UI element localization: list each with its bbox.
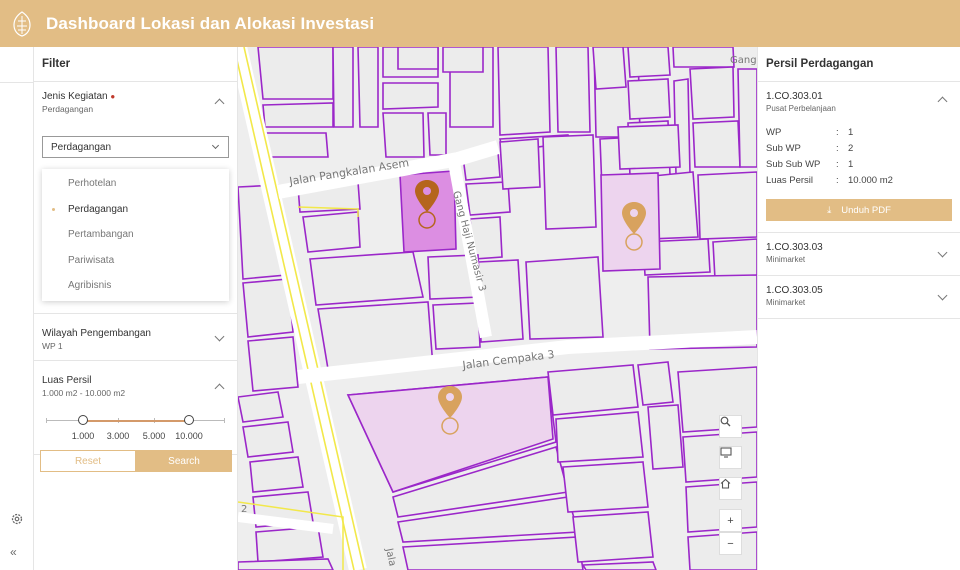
luas-value: 1.000 m2 - 10.000 m2 (42, 387, 126, 398)
gear-icon[interactable] (10, 512, 24, 526)
tick-label: 1.000 (71, 430, 95, 441)
zoom-out-icon: − (727, 537, 734, 550)
map-view[interactable]: Jalan Pangkalan Asem Gang Haji Numasir 3… (238, 47, 757, 570)
map-home-button[interactable] (719, 477, 742, 500)
option-pertambangan[interactable]: Pertambangan (42, 222, 229, 248)
reset-button[interactable]: Reset (40, 450, 136, 472)
persil-panel: Persil Perdagangan 1.CO.303.01 Pusat Per… (757, 47, 960, 570)
tick-label: 10.000 (175, 430, 203, 441)
app-title: Dashboard Lokasi dan Alokasi Investasi (46, 13, 375, 33)
map-screen-button[interactable] (719, 446, 742, 469)
zoom-out-button[interactable]: − (719, 532, 742, 555)
street-label: 2 (241, 504, 247, 515)
slider-max-handle[interactable] (184, 414, 194, 425)
chevron-down-icon (211, 141, 220, 150)
luas-label: Luas Persil (42, 374, 92, 386)
persil-panel-title: Persil Perdagangan (758, 47, 960, 82)
option-agribisnis[interactable]: Agribisnis (42, 273, 229, 299)
search-icon (720, 416, 731, 427)
jenis-kegiatan-header[interactable]: Jenis Kegiatan ● Perdagangan (34, 82, 237, 114)
monitor-icon (720, 447, 732, 458)
download-icon: ⤓ (827, 204, 832, 216)
left-rail: « (0, 47, 34, 570)
persil-type: Minimarket (766, 298, 806, 307)
zoom-in-button[interactable]: + (719, 509, 742, 532)
option-perdagangan[interactable]: Perdagangan (42, 197, 229, 223)
search-button[interactable]: Search (136, 450, 232, 472)
luas-header[interactable]: Luas Persil 1.000 m2 - 10.000 m2 (34, 361, 237, 398)
zoom-in-icon: + (727, 514, 734, 527)
collapse-icon[interactable]: « (10, 545, 17, 559)
option-perhotelan[interactable]: Perhotelan (42, 171, 229, 197)
wilayah-label: Wilayah Pengembangan (42, 327, 151, 339)
download-pdf-button[interactable]: ⤓ Unduh PDF (766, 199, 952, 221)
home-icon (720, 478, 731, 489)
tick-label: 3.000 (106, 430, 130, 441)
persil-code: 1.CO.303.05 (766, 285, 823, 296)
tick-label: 5.000 (142, 430, 166, 441)
map-canvas[interactable]: Jalan Pangkalan Asem Gang Haji Numasir 3… (238, 47, 757, 570)
jenis-kegiatan-label: Jenis Kegiatan (42, 91, 108, 102)
logo-icon (13, 10, 31, 37)
select-value: Perdagangan (51, 141, 112, 153)
wilayah-value: WP 1 (42, 340, 63, 351)
jenis-kegiatan-dropdown: Perhotelan Perdagangan Pertambangan Pari… (42, 169, 229, 301)
persil-type: Pusat Perbelanjaan (766, 104, 836, 113)
jenis-kegiatan-value: Perdagangan (42, 104, 94, 114)
persil-item-header[interactable]: 1.CO.303.03 Minimarket (758, 233, 960, 275)
slider-min-handle[interactable] (78, 414, 88, 425)
wilayah-header[interactable]: Wilayah Pengembangan WP 1 (34, 314, 237, 351)
filter-title: Filter (34, 47, 237, 82)
persil-code: 1.CO.303.01 (766, 91, 823, 102)
map-search-button[interactable] (719, 415, 742, 438)
persil-item: 1.CO.303.05 Minimarket (758, 276, 960, 319)
persil-item-header[interactable]: 1.CO.303.01 Pusat Perbelanjaan (758, 82, 960, 124)
app-header: Dashboard Lokasi dan Alokasi Investasi (0, 0, 960, 47)
filter-panel: Filter Jenis Kegiatan ● Perdagangan Perd… (34, 47, 238, 570)
persil-item: 1.CO.303.01 Pusat Perbelanjaan WP:1 Sub … (758, 82, 960, 233)
persil-item: 1.CO.303.03 Minimarket (758, 233, 960, 276)
section-jenis-kegiatan: Jenis Kegiatan ● Perdagangan Perdagangan… (34, 82, 237, 314)
jenis-kegiatan-select[interactable]: Perdagangan (42, 136, 229, 158)
street-label: Jala (383, 546, 398, 567)
persil-field: Luas Persil:10.000 m2 (766, 174, 893, 186)
filter-actions: Reset Search (40, 450, 232, 472)
persil-field: Sub Sub WP:1 (766, 158, 854, 170)
persil-code: 1.CO.303.03 (766, 242, 823, 253)
section-luas-persil: Luas Persil 1.000 m2 - 10.000 m2 1.000 3… (34, 361, 237, 455)
persil-type: Minimarket (766, 255, 806, 264)
option-pariwisata[interactable]: Pariwisata (42, 248, 229, 274)
persil-field: Sub WP:2 (766, 142, 854, 154)
persil-field: WP:1 (766, 126, 854, 138)
section-wilayah: Wilayah Pengembangan WP 1 (34, 314, 237, 361)
persil-item-header[interactable]: 1.CO.303.05 Minimarket (758, 276, 960, 318)
street-label: Gang (730, 55, 757, 66)
